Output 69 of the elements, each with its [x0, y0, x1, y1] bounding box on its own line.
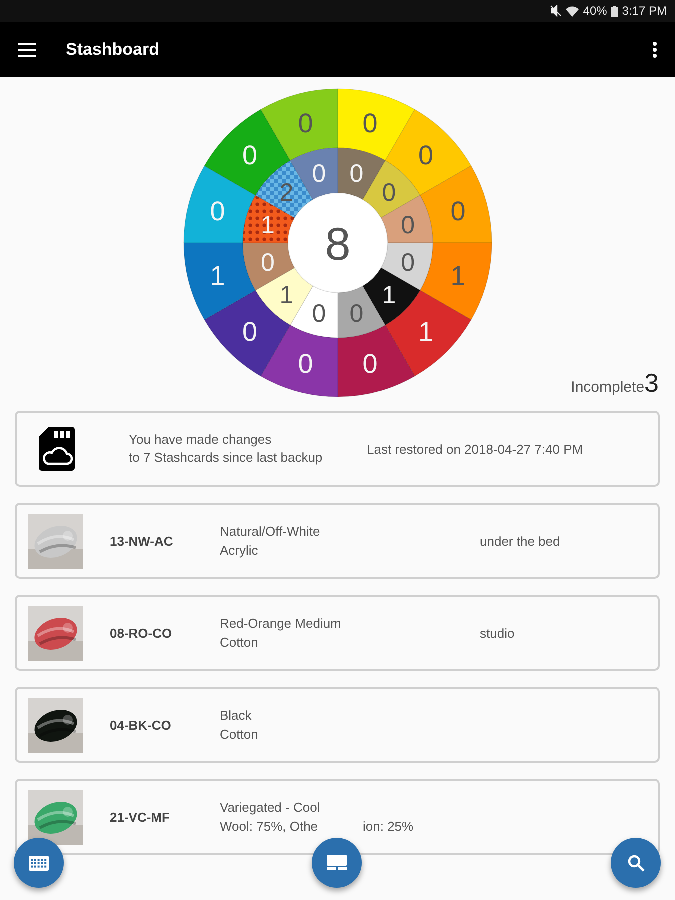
last-restored-text: Last restored on 2018-04-27 7:40 PM	[367, 442, 584, 456]
grid-button[interactable]	[14, 838, 64, 888]
stashcard[interactable]: 08-RO-CO Red-Orange Medium Cotton studio	[15, 595, 660, 671]
fiber-text: ion: 25%	[363, 818, 414, 836]
segment-count: 0	[349, 300, 364, 328]
battery-percent: 40%	[583, 4, 608, 18]
segment-count: 1	[260, 211, 274, 240]
stash-code: 04-BK-CO	[110, 718, 172, 732]
segment-count: 0	[400, 248, 414, 277]
color-name: Variegated - Cool	[220, 799, 322, 817]
color-name: Natural/Off-White	[220, 523, 322, 541]
stash-code: 21-VC-MF	[110, 810, 171, 824]
segment-count: 0	[400, 211, 414, 240]
color-name: Black	[220, 707, 253, 725]
fiber-text: Wool: 75%, Othe	[220, 818, 320, 836]
segment-count: 1	[279, 281, 294, 310]
location-text: studio	[480, 626, 515, 640]
menu-icon[interactable]	[18, 42, 36, 56]
fiber-text: Cotton	[220, 726, 258, 744]
stashcard[interactable]: 21-VC-MF Variegated - Cool Wool: 75%, Othe ion: 25%	[15, 779, 660, 855]
fiber-text: Acrylic	[220, 542, 258, 560]
location-text: under the bed	[480, 534, 560, 548]
backup-message: You have made changes	[129, 431, 273, 449]
segment-count: 0	[298, 108, 313, 138]
wheel-segment[interactable]	[337, 286, 386, 338]
segment-count: 1	[382, 281, 396, 310]
fiber-text: Cotton	[220, 634, 258, 652]
segment-count: 1	[450, 260, 466, 291]
display-button[interactable]	[312, 838, 362, 888]
search-button[interactable]	[611, 838, 661, 888]
segment-count: 0	[362, 348, 378, 379]
search-icon	[628, 854, 644, 872]
mute-icon	[550, 5, 562, 17]
segment-count: 0	[362, 108, 378, 138]
incomplete-label: Incomplete	[571, 379, 645, 396]
more-icon[interactable]	[653, 42, 657, 58]
grid-icon	[29, 856, 49, 870]
screen-icon	[327, 855, 347, 871]
segment-count: 1	[210, 260, 225, 291]
backup-message: to 7 Stashcards since last backup	[129, 449, 324, 467]
color-name: Red-Orange Medium	[220, 615, 342, 633]
clock: 3:17 PM	[622, 4, 667, 18]
stash-code: 08-RO-CO	[110, 626, 174, 640]
segment-count: 0	[242, 140, 257, 171]
stashcard[interactable]: 04-BK-CO Black Cotton	[15, 687, 660, 763]
sd-card-cloud-icon	[37, 427, 77, 471]
wheel-segment[interactable]	[337, 324, 415, 398]
segment-count: 0	[418, 140, 434, 171]
segment-count: 0	[210, 196, 225, 226]
wheel-segment[interactable]	[183, 242, 256, 320]
segment-count: 0	[382, 178, 396, 207]
segment-count: 0	[242, 316, 257, 347]
total-count: 8	[324, 218, 350, 270]
segment-count: 0	[312, 300, 326, 328]
backup-card[interactable]: You have made changes to 7 Stashcards since last backup Last restored on 2018-04-27 7:40 PM	[15, 411, 660, 487]
segment-count: 0	[260, 248, 274, 277]
segment-count: 1	[418, 316, 434, 347]
wifi-icon	[566, 6, 580, 16]
app-title: Stashboard	[66, 40, 161, 60]
incomplete-count: 3	[644, 368, 659, 399]
segment-count: 2	[279, 178, 294, 207]
stashcard[interactable]: 13-NW-AC Natural/Off-White Acrylic under the bed	[15, 503, 660, 579]
segment-count: 0	[349, 160, 364, 188]
stash-code: 13-NW-AC	[110, 534, 174, 548]
segment-count: 0	[450, 196, 466, 226]
battery-icon	[611, 6, 618, 16]
segment-count: 0	[298, 348, 313, 379]
segment-count: 0	[312, 160, 326, 188]
wheel-segment[interactable]	[260, 324, 338, 398]
